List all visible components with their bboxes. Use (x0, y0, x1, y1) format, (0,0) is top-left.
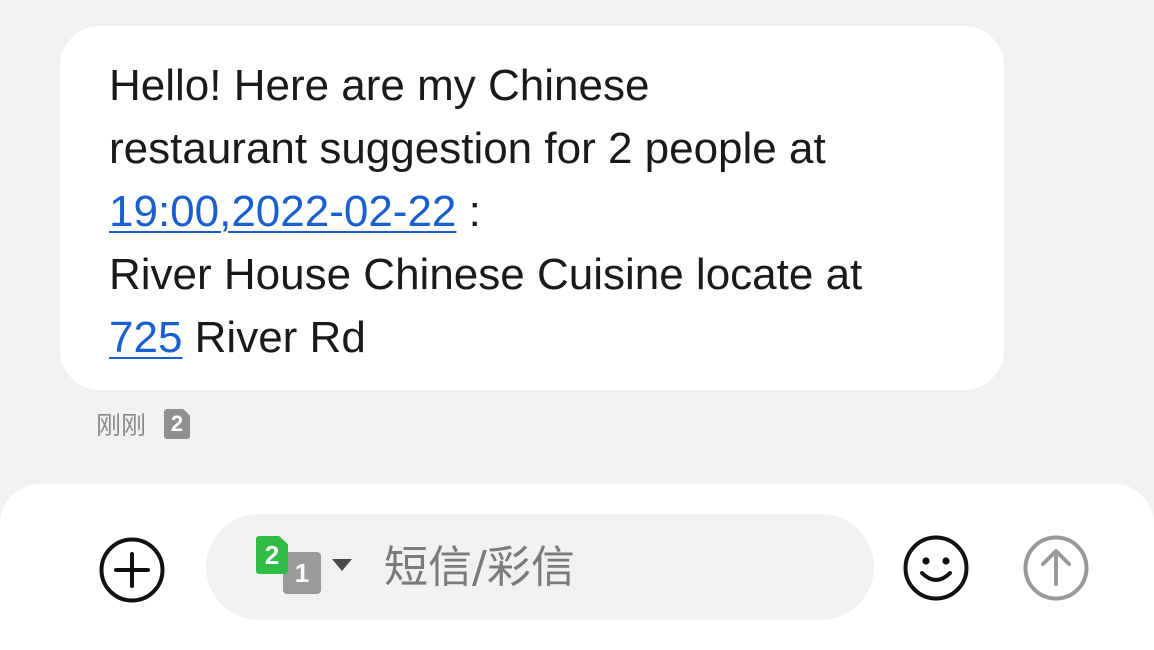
sim-switch-button[interactable]: 2 1 (256, 536, 356, 598)
sim-secondary-icon: 1 (283, 552, 321, 594)
caret-down-icon (332, 559, 352, 571)
send-arrow-up-icon (1023, 535, 1089, 601)
message-bubble[interactable]: Hello! Here are my Chinese restaurant su… (60, 26, 1004, 390)
message-text: Hello! Here are my Chinese (109, 61, 650, 110)
smiley-icon (903, 535, 969, 601)
message-text: : (456, 187, 481, 236)
sim-card-badge: 2 (164, 409, 191, 439)
message-meta: 刚刚 2 (96, 406, 191, 442)
message-text: restaurant suggestion for 2 people at (109, 124, 826, 173)
datetime-link[interactable]: 19:00,2022-02-22 (109, 187, 456, 236)
emoji-button[interactable] (902, 534, 970, 602)
send-button[interactable] (1022, 534, 1090, 602)
add-attachment-button[interactable] (98, 536, 166, 604)
message-input[interactable] (384, 532, 844, 602)
address-number-link[interactable]: 725 (109, 313, 182, 362)
message-line-3: 19:00,2022-02-22 : (109, 180, 954, 243)
compose-field: 2 1 (206, 514, 874, 620)
message-line-2: restaurant suggestion for 2 people at (109, 117, 954, 180)
message-text: River Rd (182, 313, 366, 362)
message-line-1: Hello! Here are my Chinese (109, 54, 954, 117)
message-timestamp: 刚刚 (96, 411, 147, 440)
message-line-4: River House Chinese Cuisine locate at (109, 243, 954, 306)
message-text: River House Chinese Cuisine locate at (109, 250, 863, 299)
add-circle-icon (99, 537, 165, 603)
message-line-5: 725 River Rd (109, 306, 954, 369)
sim-switch-icon: 2 (256, 536, 288, 574)
